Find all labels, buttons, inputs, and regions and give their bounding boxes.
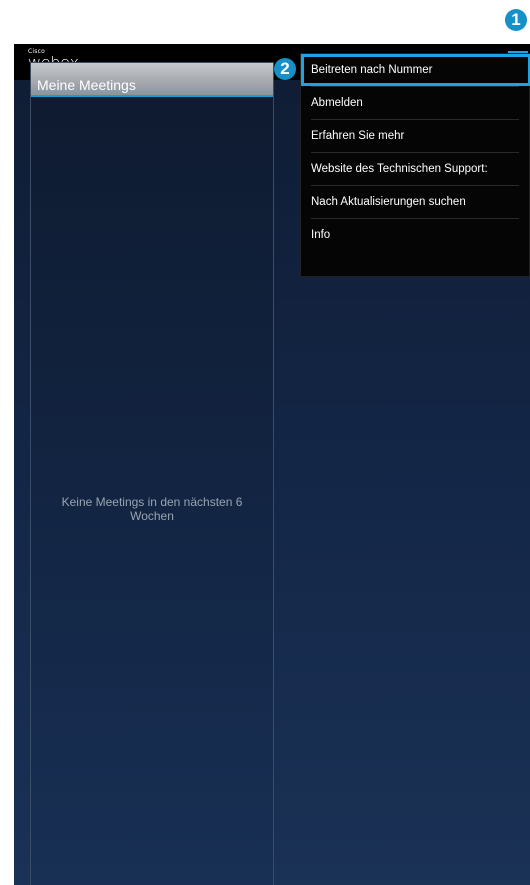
menu-item-sign-out[interactable]: Abmelden <box>301 87 530 119</box>
menu-item-learn-more[interactable]: Erfahren Sie mehr <box>301 120 530 152</box>
meetings-panel-header: Meine Meetings <box>31 63 273 97</box>
app-screen: Cisco webex <box>14 44 530 885</box>
callout-badge-2: 2 <box>274 58 296 80</box>
empty-meetings-message: Keine Meetings in den nächsten 6 Wochen <box>61 495 243 523</box>
menu-item-check-updates[interactable]: Nach Aktualisierungen suchen <box>301 186 530 218</box>
overflow-dropdown-menu: Beitreten nach Nummer Abmelden Erfahren … <box>300 53 530 277</box>
panel-title: Meine Meetings <box>37 77 136 93</box>
meetings-panel: Meine Meetings Keine Meetings in den näc… <box>30 62 274 885</box>
menu-item-join-by-number[interactable]: Beitreten nach Nummer <box>301 54 530 86</box>
menu-item-support-website[interactable]: Website des Technischen Support: <box>301 153 530 185</box>
callout-badge-1: 1 <box>505 9 527 31</box>
menu-item-info[interactable]: Info <box>301 219 530 251</box>
